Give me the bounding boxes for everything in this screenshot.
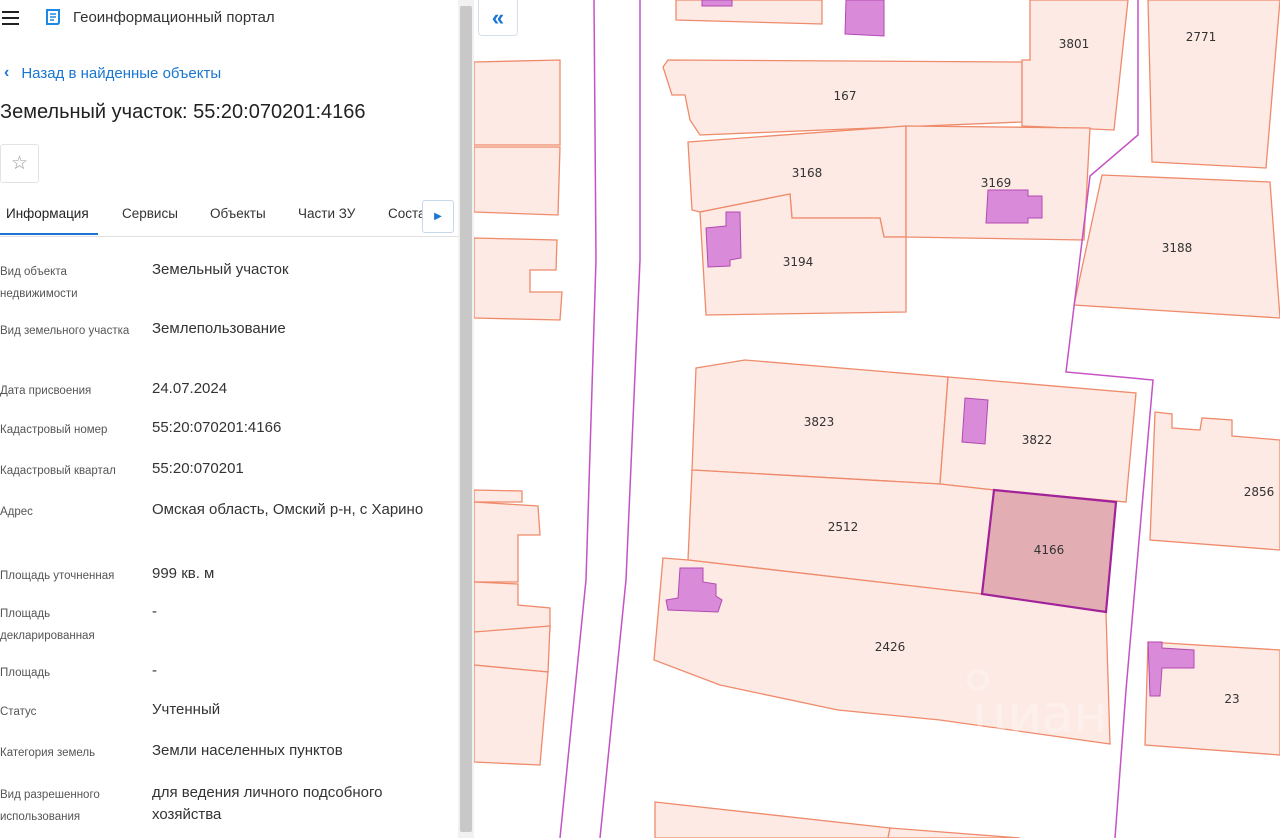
map-parcel[interactable] [474, 625, 551, 673]
map-parcel[interactable] [474, 237, 563, 321]
hamburger-icon[interactable] [2, 11, 20, 25]
double-chevron-left-icon: « [491, 4, 505, 30]
property-value: для ведения личного подсобного хозяйства [152, 784, 383, 823]
caret-right-icon: ▶ [434, 211, 442, 222]
property-value: Землепользование [152, 320, 286, 337]
property-label: Кадастровый номер [0, 424, 108, 436]
tab-composition[interactable]: Соста [388, 206, 426, 221]
property-label: Площадь декларированная [0, 608, 95, 642]
map-parcel[interactable] [1149, 411, 1280, 551]
scrollbar-thumb[interactable] [460, 6, 472, 832]
property-label: Площадь уточненная [0, 570, 115, 582]
tab-info[interactable]: Информация [6, 206, 89, 221]
parcel-label-3188: 3188 [1162, 241, 1193, 255]
parcel-label-3194: 3194 [783, 255, 814, 269]
property-label: Статус [0, 706, 37, 718]
map-parcel[interactable] [887, 827, 1021, 838]
map-building[interactable] [961, 397, 989, 445]
property-label: Вид объекта недвижимости [0, 266, 78, 300]
map-building[interactable] [701, 0, 733, 7]
boundary-line [599, 0, 641, 838]
parcel-label-4166: 4166 [1034, 543, 1065, 557]
property-value: Омская область, Омский р-н, с Харино [152, 501, 424, 518]
property-value: 55:20:070201:4166 [152, 419, 282, 436]
parcel-label-3169: 3169 [981, 176, 1012, 190]
property-label: Адрес [0, 506, 33, 518]
map-parcel[interactable] [1147, 0, 1280, 169]
star-outline-icon: ☆ [10, 153, 29, 174]
property-label: Вид разрешенного использования [0, 789, 100, 823]
map-parcel[interactable] [474, 59, 561, 146]
app-title: Геоинформационный портал [73, 9, 275, 26]
parcel-label-3822: 3822 [1022, 433, 1053, 447]
parcel-label-3823: 3823 [804, 415, 835, 429]
cadastral-map[interactable]: 3801 2771 167 3168 3169 3188 3194 3823 3… [474, 0, 1280, 838]
property-value: 55:20:070201 [152, 460, 244, 477]
boundary-line [559, 0, 597, 838]
map-parcel[interactable] [474, 581, 551, 633]
tab-objects[interactable]: Объекты [210, 206, 266, 221]
parcel-label-2512: 2512 [828, 520, 859, 534]
panel-scrollbar[interactable] [458, 0, 474, 838]
property-label: Дата присвоения [0, 385, 92, 397]
property-value: 24.07.2024 [152, 380, 228, 397]
tab-bar: Информация Сервисы Объекты Части ЗУ Сост… [0, 196, 458, 237]
property-label: Категория земель [0, 747, 96, 759]
property-label: Площадь [0, 667, 51, 679]
parcel-label-2426: 2426 [875, 640, 906, 654]
page-title: Земельный участок: 55:20:070201:4166 [0, 101, 366, 123]
tab-scroll-button[interactable]: ▶ [422, 200, 454, 233]
back-link-label: Назад в найденные объекты [21, 64, 222, 82]
property-value: - [152, 603, 157, 620]
map-parcel[interactable] [474, 146, 561, 216]
parcel-label-167: 167 [834, 89, 857, 103]
map-canvas[interactable]: 3801 2771 167 3168 3169 3188 3194 3823 3… [474, 0, 1280, 838]
property-label: Кадастровый квартал [0, 465, 116, 477]
parcel-label-3168: 3168 [792, 166, 823, 180]
collapse-panel-button[interactable]: « [478, 0, 518, 36]
info-panel: Геоинформационный портал ‹ Назад в найде… [0, 0, 458, 838]
back-to-results-link[interactable]: ‹ Назад в найденные объекты [4, 64, 221, 82]
parcel-label-3801: 3801 [1059, 37, 1090, 51]
parcel-label-2771: 2771 [1186, 30, 1217, 44]
chevron-left-icon: ‹ [4, 64, 10, 81]
map-parcel[interactable] [474, 501, 541, 583]
property-label: Вид земельного участка [0, 325, 130, 337]
svg-text:циан: циан [972, 685, 1107, 745]
property-value: Земельный участок [152, 261, 289, 278]
property-value: Учтенный [152, 701, 221, 718]
map-parcel[interactable] [474, 664, 549, 766]
portal-logo-icon [44, 8, 62, 26]
property-value: Земли населенных пунктов [152, 742, 343, 759]
tab-parts[interactable]: Части ЗУ [298, 206, 355, 221]
favorite-button[interactable]: ☆ [0, 144, 39, 183]
property-value: 999 кв. м [152, 565, 215, 582]
map-building[interactable] [844, 0, 885, 37]
parcel-label-2856: 2856 [1244, 485, 1275, 499]
map-parcel[interactable] [654, 801, 891, 838]
map-parcel[interactable] [474, 489, 523, 503]
parcel-label-23: 23 [1224, 692, 1239, 706]
map-parcel[interactable] [675, 0, 823, 25]
active-tab-indicator [0, 233, 98, 235]
map-parcel[interactable] [1021, 0, 1129, 131]
property-value: - [152, 662, 157, 679]
tab-services[interactable]: Сервисы [122, 206, 178, 221]
